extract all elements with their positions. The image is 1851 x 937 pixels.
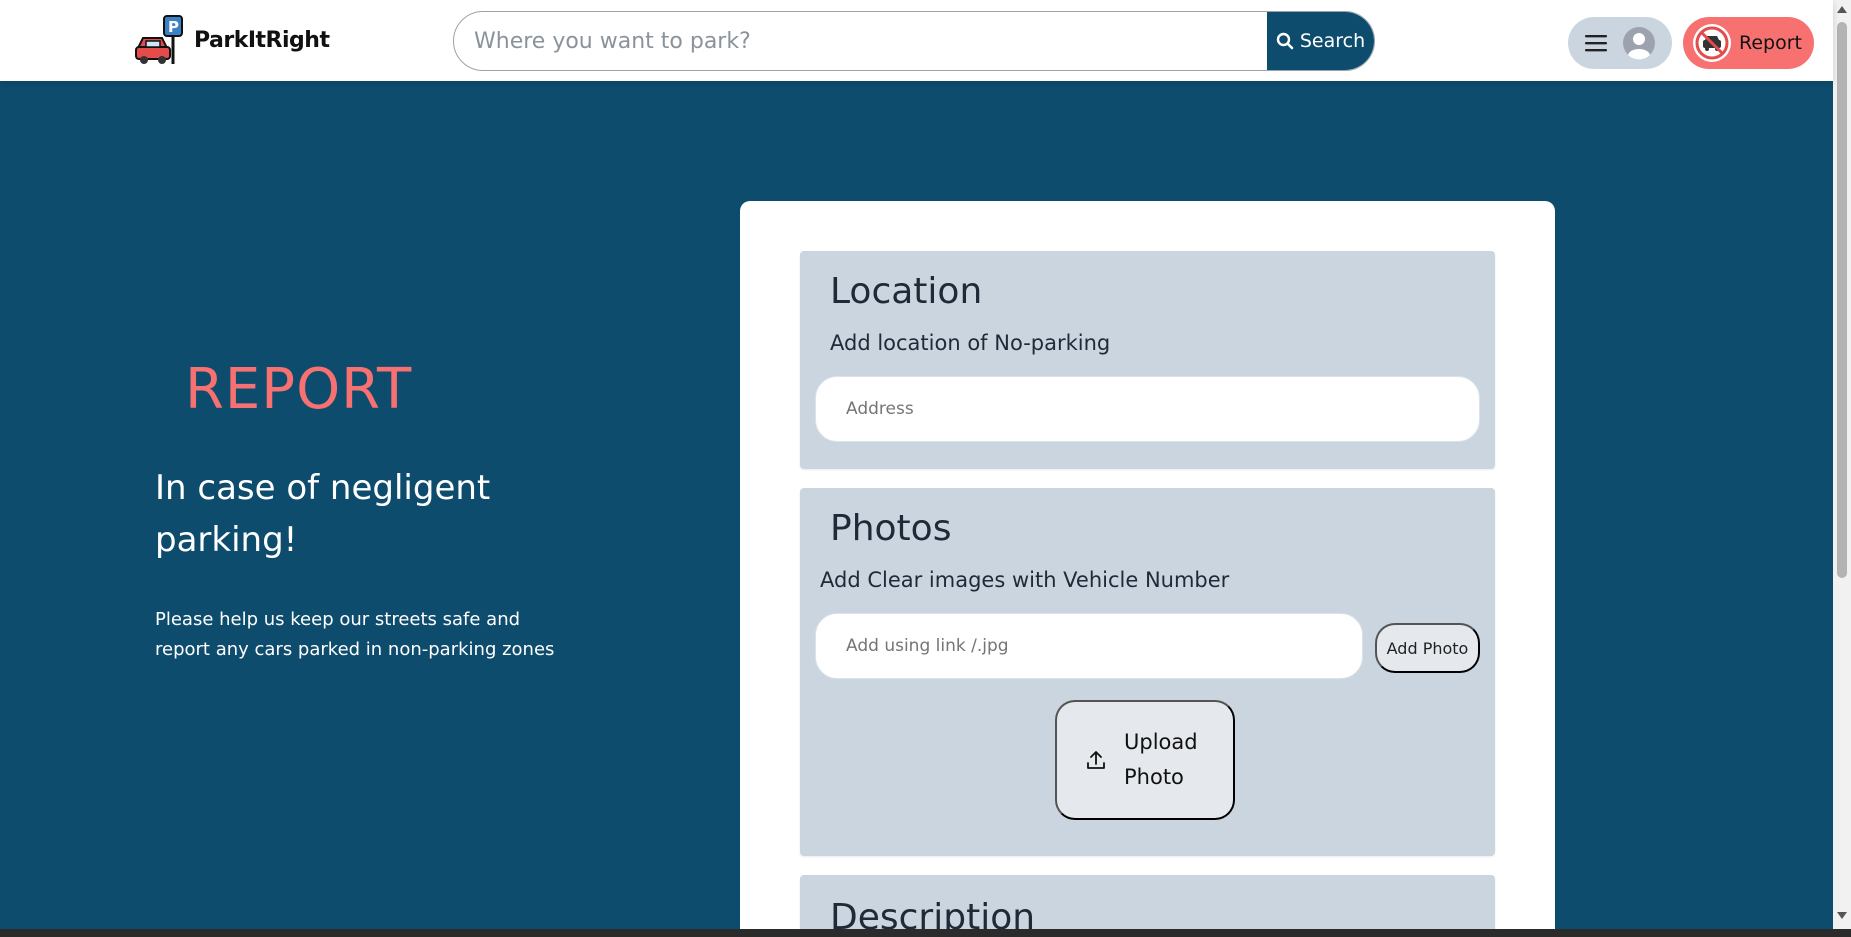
- search-icon: [1276, 32, 1294, 50]
- report-form-card: Location Add location of No-parking Phot…: [740, 201, 1555, 937]
- upload-photo-label: Upload Photo: [1124, 730, 1198, 789]
- upload-photo-button[interactable]: Upload Photo: [1055, 700, 1235, 820]
- photos-title: Photos: [830, 508, 952, 549]
- scroll-thumb[interactable]: [1837, 22, 1847, 578]
- search-bar: Search: [453, 11, 1375, 71]
- scroll-down-arrow[interactable]: [1837, 912, 1847, 919]
- no-car-icon: [1693, 24, 1731, 62]
- photo-link-input[interactable]: [815, 613, 1363, 679]
- address-input[interactable]: [815, 376, 1480, 442]
- hamburger-icon: [1585, 35, 1607, 52]
- svg-text:P: P: [168, 18, 179, 36]
- photos-section: Photos Add Clear images with Vehicle Num…: [800, 488, 1495, 856]
- report-button[interactable]: Report: [1683, 17, 1814, 69]
- user-menu-button[interactable]: [1568, 17, 1672, 69]
- search-button[interactable]: Search: [1267, 12, 1374, 70]
- hero-subtitle: In case of negligent parking!: [155, 468, 491, 560]
- location-title: Location: [830, 271, 983, 312]
- scrollbar[interactable]: [1833, 0, 1851, 937]
- hero-description: Please help us keep our streets safe and…: [155, 609, 555, 660]
- scroll-up-arrow[interactable]: [1837, 6, 1847, 13]
- location-subtitle: Add location of No-parking: [830, 331, 1111, 355]
- logo-text: ParkItRight: [194, 27, 330, 53]
- upload-icon: [1087, 751, 1105, 769]
- add-photo-button[interactable]: Add Photo: [1375, 623, 1480, 673]
- search-input[interactable]: [454, 12, 1267, 70]
- top-navbar: P ParkItRight Search: [0, 0, 1833, 81]
- hero-title: REPORT: [185, 357, 413, 422]
- window-bottom-edge: [0, 929, 1851, 937]
- logo[interactable]: P ParkItRight: [134, 14, 330, 66]
- car-parking-icon: P: [135, 15, 183, 64]
- location-section: Location Add location of No-parking: [800, 251, 1495, 469]
- photos-subtitle: Add Clear images with Vehicle Number: [820, 568, 1230, 592]
- search-button-label: Search: [1299, 30, 1366, 52]
- report-button-label: Report: [1739, 32, 1802, 54]
- user-avatar-icon: [1623, 27, 1655, 60]
- description-section: Description: [800, 875, 1495, 937]
